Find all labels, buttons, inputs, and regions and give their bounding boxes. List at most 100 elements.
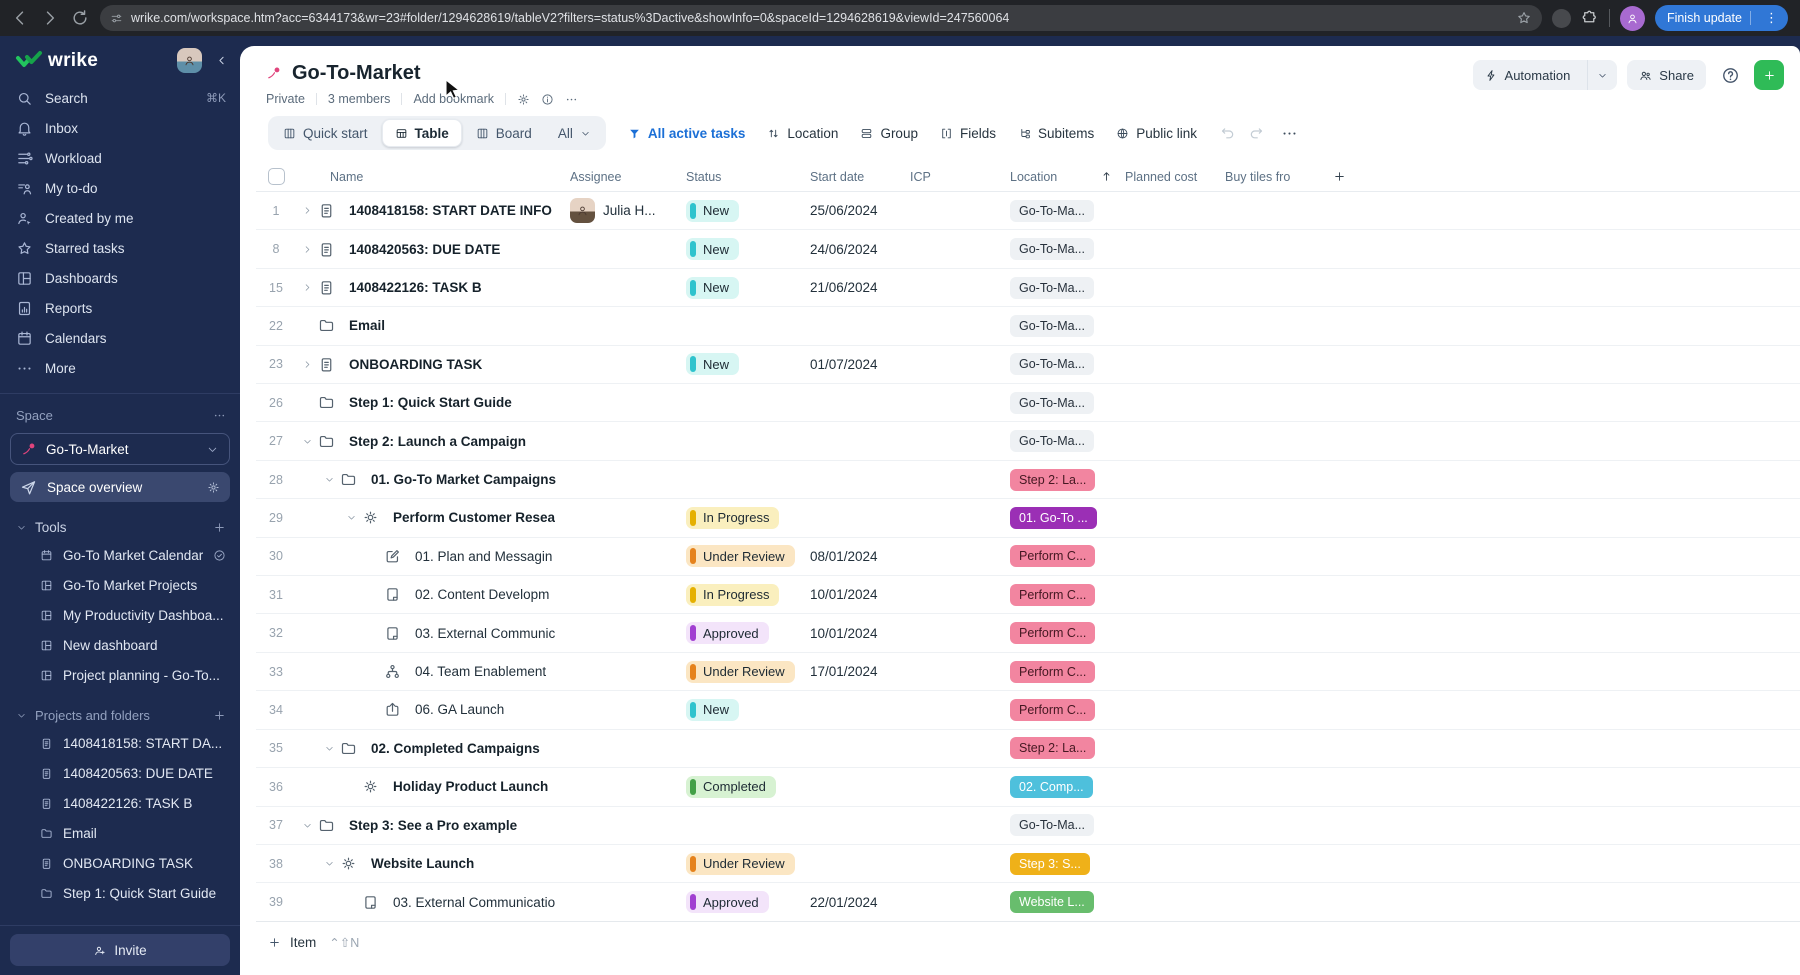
sidebar-tool-new-dashboard[interactable]: New dashboard — [0, 630, 240, 660]
status-badge[interactable]: New — [686, 199, 740, 222]
start-date-cell[interactable]: 08/01/2024 — [800, 538, 900, 575]
name-cell[interactable]: 02. Completed Campaigns — [296, 730, 560, 767]
assignee-cell[interactable] — [560, 730, 676, 767]
planned-cost-cell[interactable] — [1115, 192, 1215, 229]
icp-cell[interactable] — [900, 845, 1000, 882]
status-badge[interactable]: New — [686, 353, 740, 376]
name-cell[interactable]: ONBOARDING TASK — [296, 346, 560, 383]
wrike-logo[interactable]: wrike — [16, 50, 98, 72]
sort-ascending-icon[interactable] — [1100, 170, 1113, 183]
start-date-cell[interactable] — [800, 384, 900, 421]
column-header-start-date[interactable]: Start date — [800, 162, 900, 191]
expand-toggle[interactable] — [296, 436, 318, 447]
start-date-cell[interactable] — [800, 499, 900, 536]
status-cell[interactable]: Completed — [676, 768, 800, 805]
icp-cell[interactable] — [900, 346, 1000, 383]
name-cell[interactable]: Email — [296, 307, 560, 344]
location-cell[interactable]: Go-To-Ma... — [1000, 307, 1115, 344]
automation-dropdown[interactable] — [1587, 60, 1617, 90]
planned-cost-cell[interactable] — [1115, 653, 1215, 690]
expand-toggle[interactable] — [318, 474, 340, 485]
status-badge[interactable]: New — [686, 698, 740, 721]
icp-cell[interactable] — [900, 269, 1000, 306]
sidebar-item-reports[interactable]: Reports — [0, 293, 240, 323]
location-badge[interactable]: Go-To-Ma... — [1010, 814, 1094, 837]
icp-cell[interactable] — [900, 307, 1000, 344]
location-badge[interactable]: Perform C... — [1010, 698, 1096, 721]
status-badge[interactable]: Under Review — [686, 660, 795, 683]
assignee-cell[interactable] — [560, 230, 676, 267]
table-row[interactable]: 22 Email Go-To-Ma... — [256, 307, 1800, 346]
assignee-cell[interactable] — [560, 883, 676, 920]
page-title[interactable]: Go-To-Market — [292, 62, 421, 85]
planned-cost-cell[interactable] — [1115, 538, 1215, 575]
location-badge[interactable]: Go-To-Ma... — [1010, 276, 1094, 299]
name-cell[interactable]: Step 1: Quick Start Guide — [296, 384, 560, 421]
table-row[interactable]: 36 Holiday Product Launch Completed 02. Com… — [256, 768, 1800, 807]
location-cell[interactable]: Perform C... — [1000, 538, 1115, 575]
table-row[interactable]: 35 02. Completed Campaigns Step 2: La... — [256, 730, 1800, 769]
column-header-location[interactable]: Location — [1000, 162, 1115, 191]
sidebar-collapse-button[interactable] — [210, 50, 232, 72]
status-cell[interactable] — [676, 384, 800, 421]
subitems-button[interactable]: Subitems — [1018, 126, 1094, 141]
planned-cost-cell[interactable] — [1115, 461, 1215, 498]
status-cell[interactable]: Under Review — [676, 845, 800, 882]
buy-tiles-cell[interactable] — [1215, 538, 1315, 575]
tab-board[interactable]: Board — [464, 119, 544, 147]
location-cell[interactable]: Perform C... — [1000, 614, 1115, 651]
status-cell[interactable] — [676, 461, 800, 498]
start-date-cell[interactable]: 22/01/2024 — [800, 883, 900, 920]
location-cell[interactable]: Perform C... — [1000, 691, 1115, 728]
column-header-icp[interactable]: ICP — [900, 162, 1000, 191]
icp-cell[interactable] — [900, 768, 1000, 805]
icp-cell[interactable] — [900, 230, 1000, 267]
status-badge[interactable]: Approved — [686, 622, 769, 645]
extensions-puzzle-icon[interactable] — [1581, 9, 1599, 27]
table-row[interactable]: 31 02. Content Developm In Progress 10/01/2… — [256, 576, 1800, 615]
location-badge[interactable]: Perform C... — [1010, 583, 1096, 606]
projects-section-header[interactable]: Projects and folders — [0, 702, 240, 728]
buy-tiles-cell[interactable] — [1215, 614, 1315, 651]
location-badge[interactable]: Step 3: S... — [1010, 852, 1090, 875]
status-cell[interactable]: New — [676, 192, 800, 229]
table-row[interactable]: 38 Website Launch Under Review Step 3: S... — [256, 845, 1800, 884]
location-cell[interactable]: Perform C... — [1000, 653, 1115, 690]
start-date-cell[interactable]: 25/06/2024 — [800, 192, 900, 229]
table-row[interactable]: 37 Step 3: See a Pro example Go-To-Ma... — [256, 807, 1800, 845]
column-header-buy-tiles[interactable]: Buy tiles fro — [1215, 162, 1315, 191]
status-cell[interactable] — [676, 307, 800, 344]
name-cell[interactable]: Step 2: Launch a Campaign — [296, 422, 560, 459]
planned-cost-cell[interactable] — [1115, 384, 1215, 421]
expand-toggle[interactable] — [296, 282, 318, 293]
status-cell[interactable]: Under Review — [676, 538, 800, 575]
expand-toggle[interactable] — [340, 512, 362, 523]
assignee-cell[interactable] — [560, 691, 676, 728]
planned-cost-cell[interactable] — [1115, 307, 1215, 344]
table-row[interactable]: 34 06. GA Launch New Perform C... — [256, 691, 1800, 730]
table-row[interactable]: 30 01. Plan and Messagin Under Review 08/01… — [256, 538, 1800, 577]
location-badge[interactable]: Go-To-Ma... — [1010, 353, 1094, 376]
sidebar-project-1408422126-task-b[interactable]: 1408422126: TASK B — [0, 788, 240, 818]
privacy-label[interactable]: Private — [266, 92, 305, 106]
icp-cell[interactable] — [900, 499, 1000, 536]
icp-cell[interactable] — [900, 730, 1000, 767]
planned-cost-cell[interactable] — [1115, 269, 1215, 306]
assignee-cell[interactable] — [560, 499, 676, 536]
expand-toggle[interactable] — [318, 743, 340, 754]
sort-button[interactable]: Location — [767, 126, 838, 141]
icp-cell[interactable] — [900, 691, 1000, 728]
start-date-cell[interactable] — [800, 307, 900, 344]
start-date-cell[interactable] — [800, 461, 900, 498]
sidebar-item-inbox[interactable]: Inbox — [0, 113, 240, 143]
settings-gear-icon[interactable] — [517, 93, 530, 106]
planned-cost-cell[interactable] — [1115, 346, 1215, 383]
add-item-row[interactable]: Item ⌃⇧N — [256, 920, 1800, 963]
icp-cell[interactable] — [900, 576, 1000, 613]
icp-cell[interactable] — [900, 461, 1000, 498]
expand-toggle[interactable] — [318, 858, 340, 869]
public-link-button[interactable]: Public link — [1116, 126, 1197, 141]
location-cell[interactable]: Go-To-Ma... — [1000, 422, 1115, 459]
planned-cost-cell[interactable] — [1115, 807, 1215, 844]
sidebar-item-dashboards[interactable]: Dashboards — [0, 263, 240, 293]
